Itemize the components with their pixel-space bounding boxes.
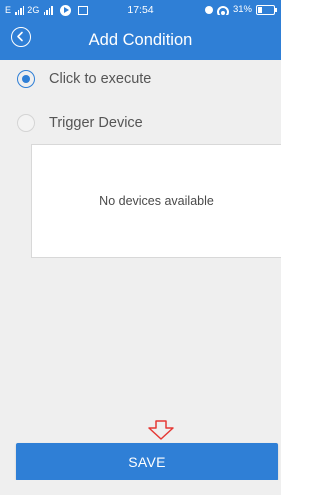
app-bar: Add Condition (0, 20, 281, 60)
status-bar: E 2G 17:54 31% (0, 0, 281, 20)
radio-unselected-icon[interactable] (17, 114, 35, 132)
condition-panel: Click to execute Trigger Device No devic… (0, 60, 281, 480)
option-label: Trigger Device (49, 115, 143, 131)
alarm-icon (204, 6, 213, 14)
option-trigger-device[interactable]: Trigger Device (0, 103, 281, 143)
bottom-strip (0, 480, 281, 495)
back-button[interactable] (11, 27, 31, 47)
empty-state-text: No devices available (99, 194, 214, 208)
battery-percent: 31% (232, 4, 252, 15)
device-list: No devices available (31, 144, 281, 258)
save-button[interactable]: SAVE (16, 443, 278, 481)
down-arrow-icon (148, 420, 174, 440)
battery-level-fill (258, 7, 262, 13)
radio-selected-icon[interactable] (17, 70, 35, 88)
wifi-icon (216, 5, 229, 15)
back-arrow-icon (17, 31, 23, 42)
option-click-to-execute[interactable]: Click to execute (0, 59, 281, 99)
option-label: Click to execute (49, 71, 152, 87)
status-right-group: 31% (204, 0, 277, 20)
battery-icon (256, 5, 277, 15)
page-title: Add Condition (88, 31, 193, 49)
